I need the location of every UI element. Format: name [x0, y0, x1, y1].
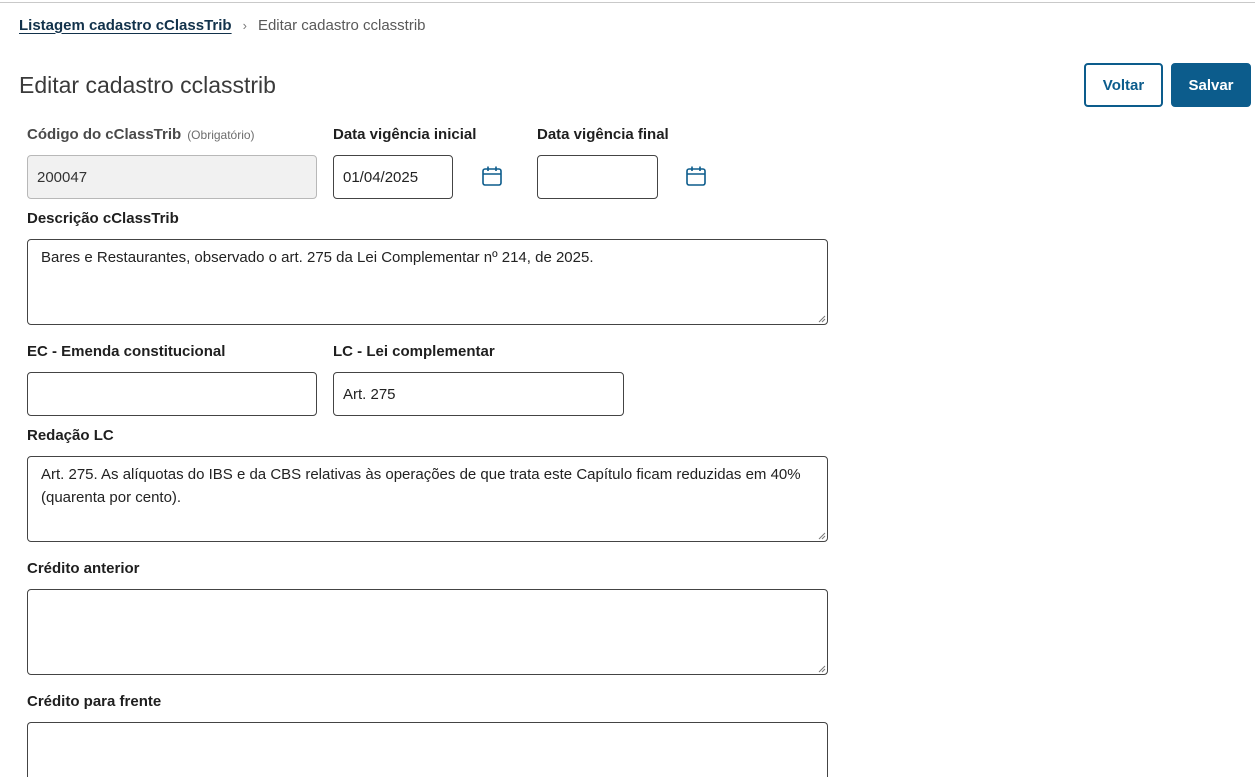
- descricao-text: Bares e Restaurantes, observado o art. 2…: [41, 249, 594, 266]
- codigo-required-hint: (Obrigatório): [187, 128, 255, 142]
- data-final-input[interactable]: [537, 155, 658, 199]
- credito-frente-textarea[interactable]: [27, 722, 828, 777]
- credito-frente-label: Crédito para frente: [27, 693, 162, 710]
- save-button[interactable]: Salvar: [1171, 63, 1251, 107]
- data-inicial-label: Data vigência inicial: [333, 126, 477, 143]
- data-final-label: Data vigência final: [537, 126, 669, 143]
- redacao-label: Redação LC: [27, 427, 114, 444]
- top-divider: [0, 2, 1255, 3]
- ec-label: EC - Emenda constitucional: [27, 343, 226, 360]
- lc-input[interactable]: Art. 275: [333, 372, 624, 416]
- breadcrumb-link-listagem[interactable]: Listagem cadastro cClassTrib: [19, 17, 232, 34]
- credito-anterior-label: Crédito anterior: [27, 560, 140, 577]
- redacao-textarea[interactable]: Art. 275. As alíquotas do IBS e da CBS r…: [27, 456, 828, 542]
- data-inicial-input[interactable]: 01/04/2025: [333, 155, 453, 199]
- descricao-textarea[interactable]: Bares e Restaurantes, observado o art. 2…: [27, 239, 828, 325]
- codigo-label: Código do cClassTrib (Obrigatório): [27, 126, 255, 143]
- page-title: Editar cadastro cclasstrib: [19, 72, 276, 98]
- ec-input[interactable]: [27, 372, 317, 416]
- redacao-text: Art. 275. As alíquotas do IBS e da CBS r…: [41, 466, 801, 506]
- breadcrumb: Listagem cadastro cClassTrib › Editar ca…: [19, 15, 426, 35]
- resize-handle-icon[interactable]: [817, 314, 826, 323]
- credito-anterior-textarea[interactable]: [27, 589, 828, 675]
- lc-label: LC - Lei complementar: [333, 343, 495, 360]
- calendar-icon[interactable]: [481, 165, 503, 187]
- back-button[interactable]: Voltar: [1084, 63, 1163, 107]
- chevron-right-icon: ›: [242, 17, 247, 33]
- codigo-field: 200047: [27, 155, 317, 199]
- breadcrumb-current: Editar cadastro cclasstrib: [257, 16, 426, 34]
- calendar-icon[interactable]: [685, 165, 707, 187]
- codigo-label-text: Código do cClassTrib: [27, 126, 182, 143]
- resize-handle-icon[interactable]: [817, 531, 826, 540]
- resize-handle-icon[interactable]: [817, 664, 826, 673]
- descricao-label: Descrição cClassTrib: [27, 210, 179, 227]
